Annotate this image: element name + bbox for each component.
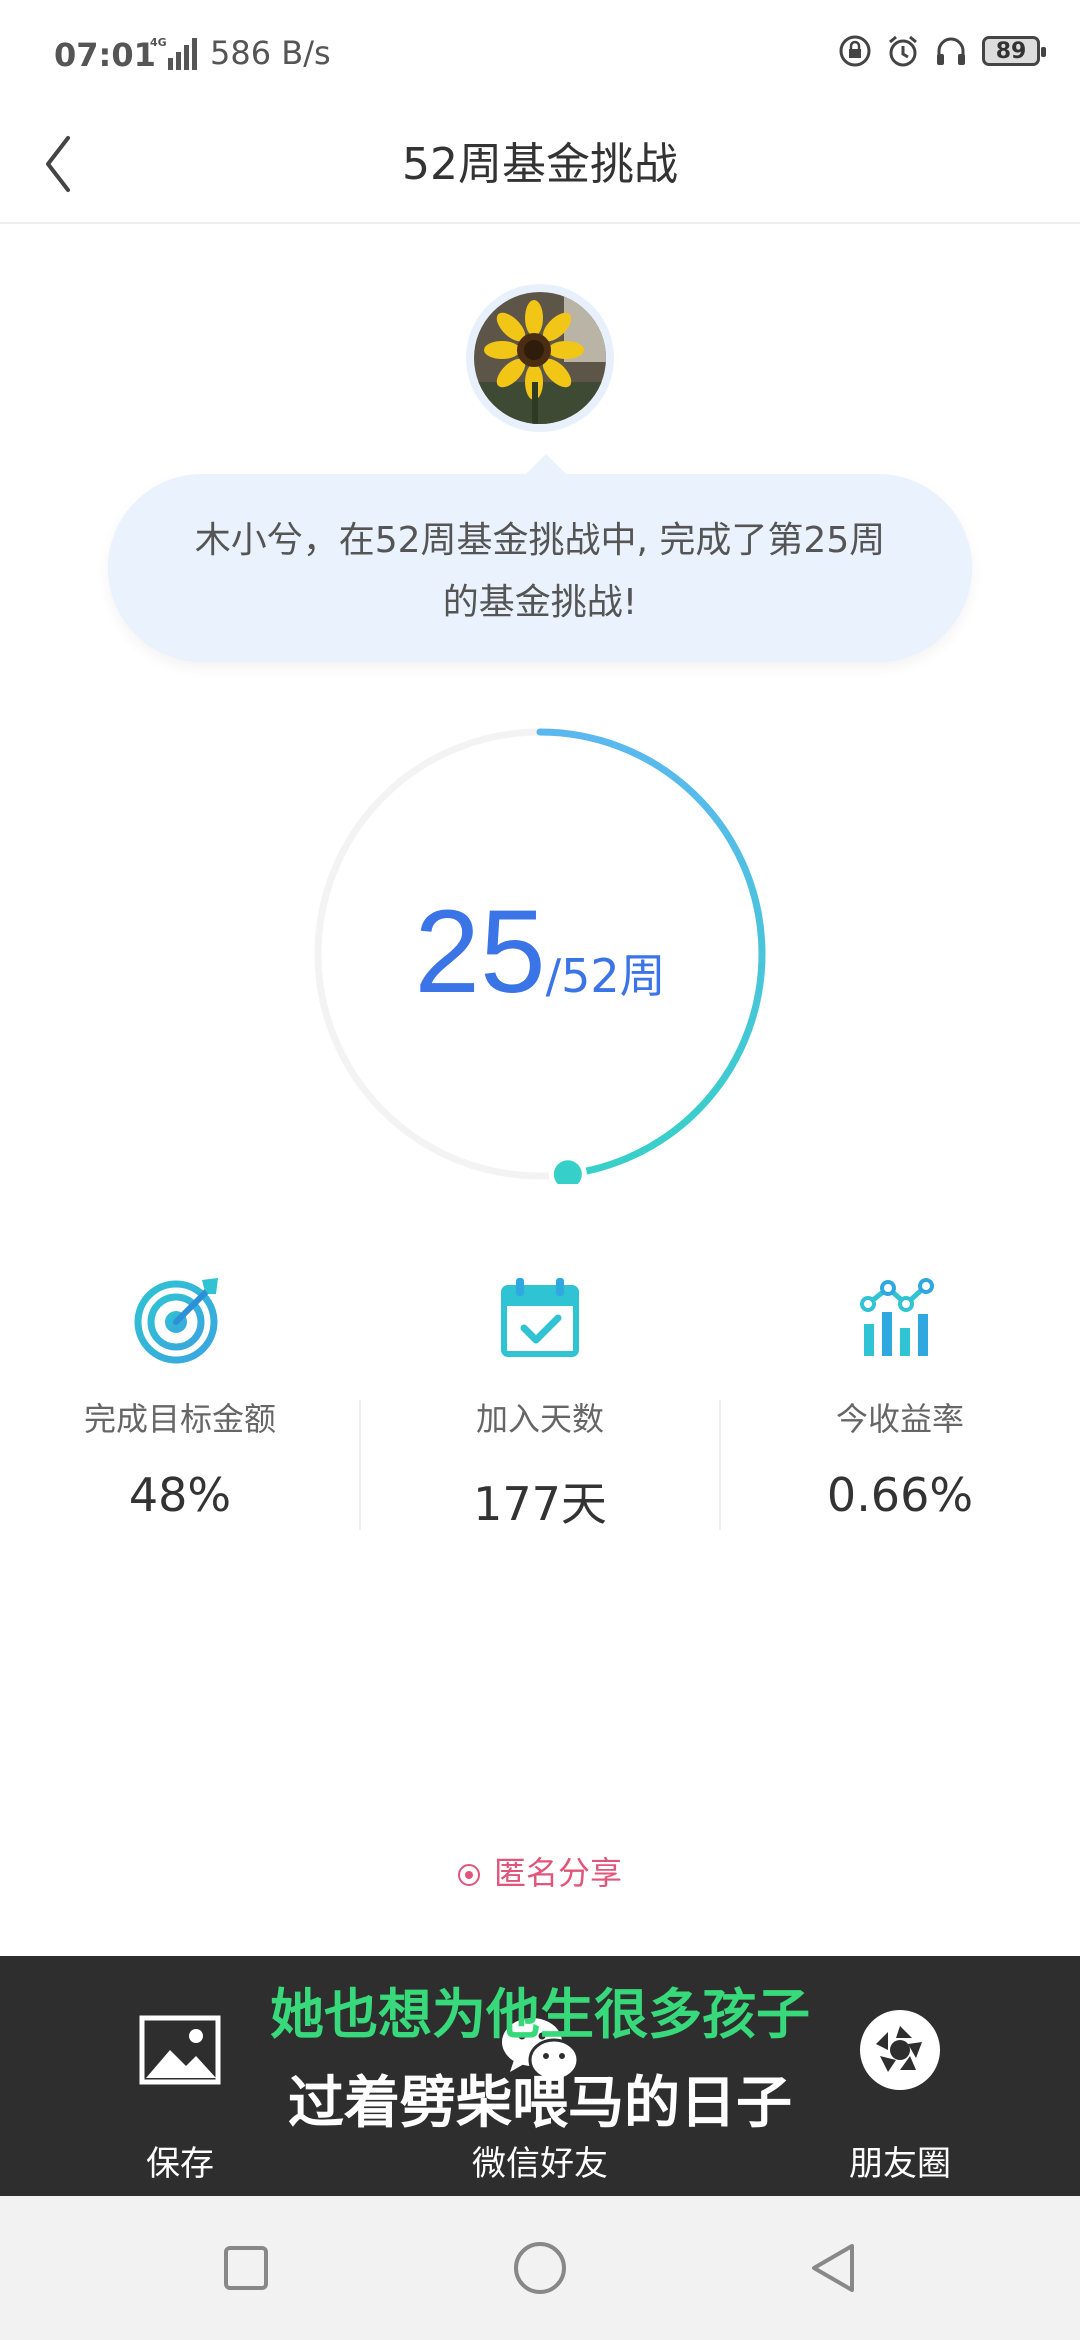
lock-rotation-icon bbox=[839, 35, 871, 67]
achievement-text: 木小兮，在52周基金挑战中, 完成了第25周 的基金挑战! bbox=[168, 510, 912, 634]
stat-return-rate: 今收益率 0.66% bbox=[720, 1270, 1080, 1540]
share-label: 保存 bbox=[146, 2144, 214, 2184]
status-bar: 07:01 4G 586 B/s 89 bbox=[0, 0, 1080, 110]
recent-apps-icon[interactable] bbox=[210, 2232, 282, 2304]
current-week-number: 25 bbox=[414, 886, 546, 1018]
top-header: 52周基金挑战 bbox=[0, 110, 1080, 224]
home-icon[interactable] bbox=[504, 2232, 576, 2304]
radio-dot-icon[interactable] bbox=[457, 1864, 480, 1886]
avatar bbox=[466, 284, 614, 432]
battery-level: 89 bbox=[995, 38, 1027, 64]
signal-icon: 4G bbox=[150, 34, 202, 78]
back-icon[interactable] bbox=[798, 2232, 870, 2304]
total-weeks-label: /52周 bbox=[545, 949, 666, 1003]
network-type-label: 4G bbox=[150, 36, 167, 49]
battery-icon: 89 bbox=[982, 36, 1046, 66]
stat-value: 0.66% bbox=[826, 1468, 974, 1522]
bar-chart-icon bbox=[860, 1278, 934, 1356]
stat-value: 177天 bbox=[473, 1477, 607, 1531]
headphones-icon bbox=[937, 37, 965, 65]
status-time: 07:01 bbox=[54, 36, 156, 74]
achievement-bubble: 木小兮，在52周基金挑战中, 完成了第25周 的基金挑战! bbox=[108, 454, 972, 662]
calendar-check-icon bbox=[501, 1278, 579, 1357]
share-label: 微信好友 bbox=[472, 2144, 608, 2184]
alarm-icon bbox=[889, 35, 917, 67]
network-speed: 586 B/s bbox=[210, 34, 331, 72]
status-icons: 89 bbox=[838, 34, 1046, 68]
target-icon bbox=[134, 1278, 218, 1364]
achievement-line-1: 木小兮，在52周基金挑战中, 完成了第25周 bbox=[194, 520, 886, 561]
stats-row: 完成目标金额 48% 加入天数 177天 今收益率 0.66% bbox=[0, 1270, 1080, 1540]
stat-label: 今收益率 bbox=[835, 1400, 964, 1438]
system-nav-bar bbox=[0, 2196, 1080, 2340]
anonymous-share-label: 匿名分享 bbox=[493, 1854, 622, 1892]
progress-counter: 25/52周 bbox=[0, 884, 1080, 1020]
stat-label: 加入天数 bbox=[475, 1400, 604, 1438]
stat-target-amount: 完成目标金额 48% bbox=[0, 1270, 360, 1540]
page-title: 52周基金挑战 bbox=[402, 139, 678, 190]
achievement-line-2: 的基金挑战! bbox=[442, 582, 638, 623]
video-subtitle-line-1: 她也想为他生很多孩子 bbox=[270, 1983, 810, 2046]
stat-days-joined: 加入天数 177天 bbox=[360, 1270, 720, 1540]
video-subtitle-line-2: 过着劈柴喂马的日子 bbox=[288, 2071, 792, 2136]
anonymous-share-toggle[interactable]: 匿名分享 bbox=[0, 1848, 1080, 1894]
sunflower-avatar-image bbox=[474, 292, 606, 424]
share-label: 朋友圈 bbox=[849, 2144, 951, 2184]
stat-label: 完成目标金额 bbox=[83, 1400, 276, 1438]
stat-value: 48% bbox=[128, 1468, 232, 1522]
